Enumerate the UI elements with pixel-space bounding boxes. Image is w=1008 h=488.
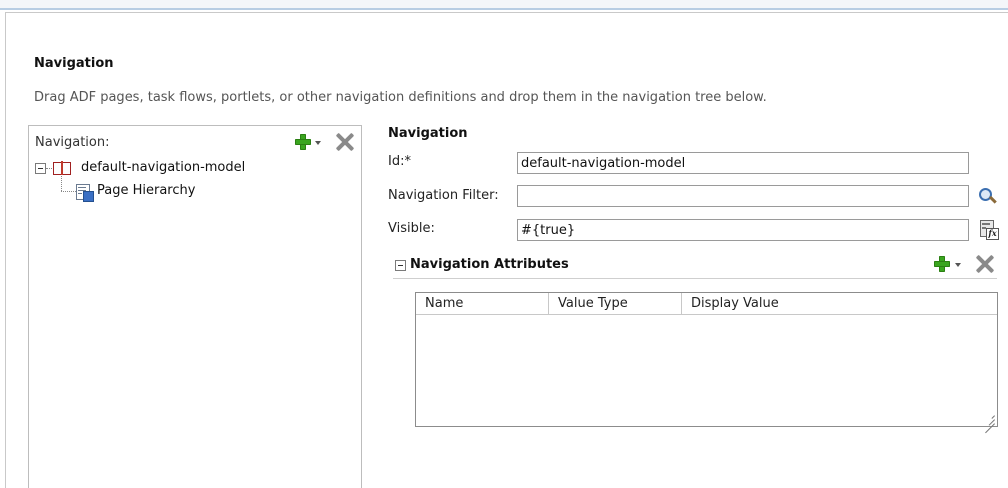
- column-header-value-type[interactable]: Value Type: [549, 293, 682, 315]
- properties-title: Navigation: [388, 126, 468, 141]
- column-header-display-value[interactable]: Display Value: [682, 293, 997, 315]
- tree-node-page-hierarchy[interactable]: Page Hierarchy: [29, 182, 359, 202]
- attributes-table[interactable]: Name Value Type Display Value: [415, 292, 998, 434]
- page-hierarchy-icon: [76, 184, 94, 202]
- chevron-down-icon[interactable]: [955, 263, 961, 267]
- navigation-filter-field[interactable]: [517, 185, 969, 207]
- expression-builder-icon[interactable]: fx: [980, 220, 999, 240]
- column-header-name[interactable]: Name: [416, 293, 549, 315]
- tree-connector: [46, 168, 52, 169]
- visible-field[interactable]: [517, 219, 969, 241]
- navigation-tree-panel: Navigation: default-navigation-model Pag…: [28, 125, 362, 488]
- tree-node-default-navigation-model[interactable]: default-navigation-model: [29, 159, 359, 177]
- navigation-filter-label: Navigation Filter:: [388, 188, 499, 203]
- top-border: [0, 0, 1008, 10]
- tree-header-label: Navigation:: [35, 135, 110, 150]
- book-icon: [53, 161, 71, 175]
- visible-label: Visible:: [388, 221, 435, 236]
- section-description: Drag ADF pages, task flows, portlets, or…: [34, 90, 767, 105]
- navigation-attributes-header: Navigation Attributes: [393, 254, 997, 279]
- id-label: Id:*: [388, 154, 411, 169]
- section-title: Navigation: [34, 56, 114, 71]
- tree-node-label[interactable]: default-navigation-model: [81, 160, 245, 175]
- resize-grip-icon[interactable]: [983, 412, 995, 434]
- id-field[interactable]: [517, 152, 969, 174]
- collapse-toggle-icon[interactable]: [35, 163, 46, 174]
- add-icon[interactable]: [295, 134, 311, 150]
- tree-node-label[interactable]: Page Hierarchy: [97, 183, 195, 198]
- add-attribute-icon[interactable]: [934, 256, 950, 272]
- delete-attribute-icon[interactable]: [976, 255, 994, 273]
- navigation-attributes-title: Navigation Attributes: [410, 257, 569, 272]
- delete-icon[interactable]: [336, 133, 354, 151]
- search-icon[interactable]: [978, 187, 997, 205]
- chevron-down-icon[interactable]: [315, 141, 321, 145]
- collapse-section-icon[interactable]: [395, 260, 406, 271]
- tree-toolbar: Navigation:: [29, 126, 361, 156]
